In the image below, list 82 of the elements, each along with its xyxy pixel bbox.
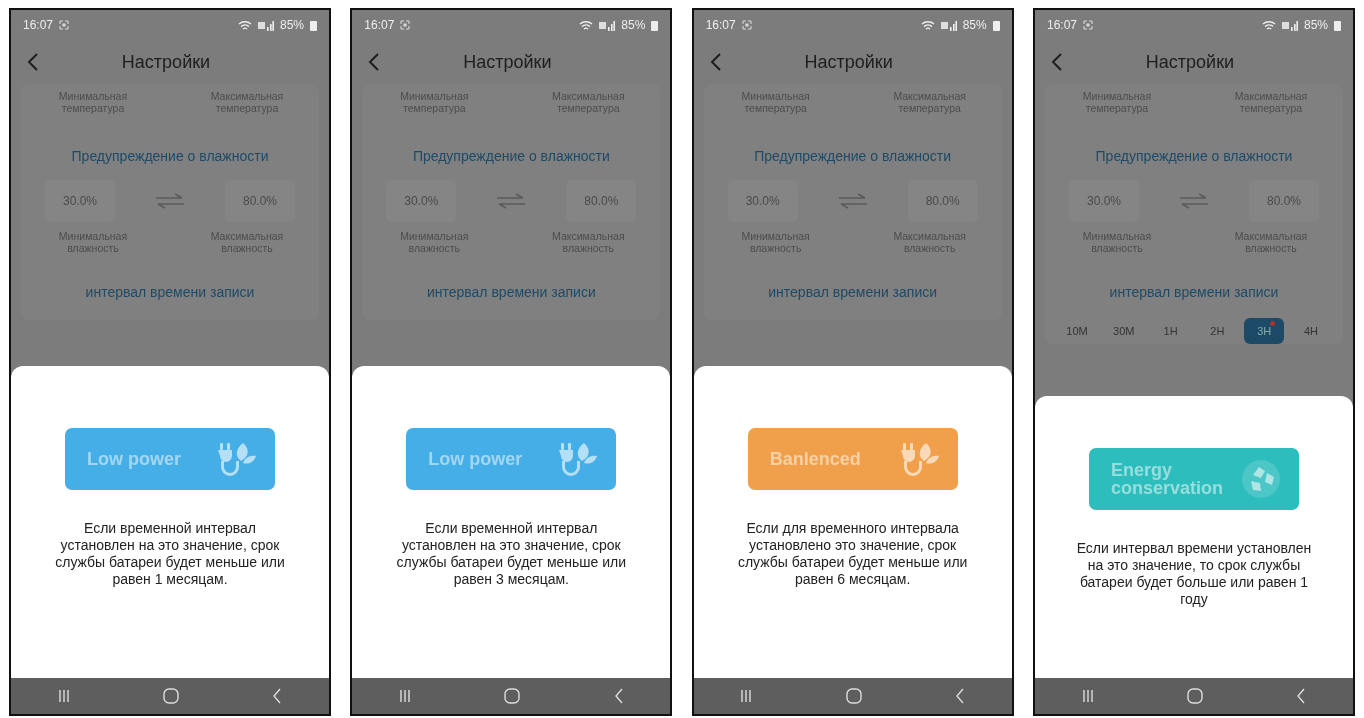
recycle-icon (1241, 459, 1281, 499)
home-icon[interactable] (504, 688, 521, 704)
interval-option[interactable]: 4H (1290, 318, 1331, 344)
wifi-icon (579, 19, 594, 31)
plug-leaf-icon (899, 441, 940, 477)
mode-card: Low power (65, 428, 275, 490)
screen-title: Настройки (1144, 51, 1236, 73)
home-icon[interactable] (845, 688, 862, 704)
humidity-value-field[interactable]: 80.0% (907, 180, 978, 222)
recent-apps-icon[interactable] (57, 689, 70, 703)
wifi-icon (920, 19, 935, 31)
screen-title: Настройки (462, 51, 553, 73)
humidity-value-field[interactable]: 30.0% (727, 180, 798, 222)
home-icon[interactable] (163, 688, 179, 704)
section-heading: Предупреждение о влажности (753, 148, 953, 164)
humidity-value-field[interactable]: 30.0% (1069, 180, 1139, 222)
plug-leaf-icon (217, 441, 257, 477)
screenshot-icon (59, 20, 70, 30)
interval-option[interactable]: 30M (1103, 318, 1144, 344)
mode-description: Если временной интервал установлен на это значение, срок службы батареи будет меньше или равен 3 месяцам. (395, 520, 628, 588)
mode-card: Low power (406, 428, 617, 490)
signal-icon (257, 19, 274, 31)
swap-arrows-icon (155, 193, 185, 209)
recent-apps-icon[interactable] (1081, 689, 1094, 703)
battery-icon (651, 19, 659, 31)
back-icon[interactable] (1051, 52, 1063, 72)
battery-percent: 85% (1303, 18, 1328, 32)
signal-icon (1281, 19, 1298, 31)
wifi-icon (237, 19, 252, 31)
humidity-value-field[interactable]: 80.0% (1249, 180, 1319, 222)
home-icon[interactable] (1186, 688, 1203, 704)
humidity-value-field[interactable]: 80.0% (225, 180, 295, 222)
swap-arrows-icon (837, 193, 868, 209)
mode-description: Если для временного интервала установлено это значение, срок службы батареи будет меньше или равен 6 месяцам. (736, 520, 969, 588)
interval-option[interactable]: 10M (1057, 318, 1097, 344)
plug-leaf-icon (558, 441, 599, 477)
humidity-value-field[interactable]: 30.0% (45, 180, 115, 222)
swap-arrows-icon (496, 193, 527, 209)
back-icon[interactable] (1296, 688, 1307, 704)
screen-title: Настройки (120, 51, 212, 73)
section-heading: интервал времени записи (767, 284, 939, 300)
interval-option[interactable]: 3H (1244, 318, 1285, 344)
signal-icon (940, 19, 957, 31)
mode-description: Если временной интервал установлен на это значение, срок службы батареи будет меньше или равен 1 месяцам. (54, 520, 286, 588)
section-heading: интервал времени записи (425, 284, 597, 300)
battery-percent: 85% (962, 18, 987, 32)
section-heading: Предупреждение о влажности (411, 148, 611, 164)
status-time: 16:07 (705, 18, 736, 32)
status-time: 16:07 (23, 18, 54, 32)
section-heading: интервал времени записи (1108, 284, 1280, 300)
swap-arrows-icon (1179, 193, 1209, 209)
mode-card: Energy conservation (1089, 448, 1299, 510)
battery-icon (310, 19, 317, 31)
indicator-dot (1270, 321, 1276, 326)
mode-card: Banlenced (747, 428, 958, 490)
battery-icon (992, 19, 1000, 31)
status-time: 16:07 (1047, 18, 1077, 32)
wifi-icon (1261, 19, 1276, 31)
screenshot-icon (1083, 20, 1093, 30)
signal-icon (599, 19, 616, 31)
interval-option[interactable]: 2H (1197, 318, 1238, 344)
back-icon[interactable] (27, 52, 39, 72)
back-icon[interactable] (368, 52, 381, 72)
back-icon[interactable] (954, 688, 965, 704)
status-time: 16:07 (364, 18, 395, 32)
screenshot-icon (400, 20, 411, 30)
recent-apps-icon[interactable] (740, 689, 753, 703)
humidity-value-field[interactable]: 30.0% (386, 180, 457, 222)
battery-icon (1334, 19, 1341, 31)
screenshot-icon (741, 20, 752, 30)
mode-description: Если интервал времени установлен на это значение, то срок службы батареи будет больше или равен 1 году (1075, 540, 1313, 608)
back-icon[interactable] (272, 688, 283, 704)
section-heading: интервал времени записи (84, 284, 256, 300)
humidity-value-field[interactable]: 80.0% (566, 180, 637, 222)
battery-percent: 85% (621, 18, 646, 32)
interval-option[interactable]: 1H (1150, 318, 1191, 344)
section-heading: Предупреждение о влажности (70, 148, 270, 164)
recent-apps-icon[interactable] (399, 689, 411, 703)
screen-title: Настройки (803, 51, 894, 73)
back-icon[interactable] (709, 52, 722, 72)
section-heading: Предупреждение о влажности (1094, 148, 1294, 164)
battery-percent: 85% (279, 18, 304, 32)
